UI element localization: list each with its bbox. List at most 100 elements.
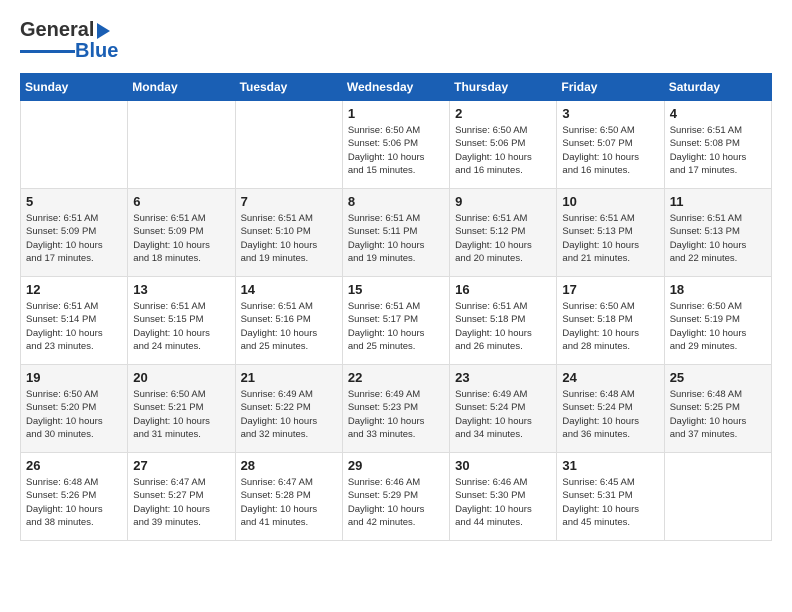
day-number: 17 (562, 282, 658, 297)
calendar-cell: 2Sunrise: 6:50 AM Sunset: 5:06 PM Daylig… (450, 101, 557, 189)
day-detail: Sunrise: 6:51 AM Sunset: 5:15 PM Dayligh… (133, 300, 229, 353)
calendar-cell: 19 Sunrise: 6:50 AM Sunset: 5:20 PM Dayli… (21, 365, 128, 453)
calendar-cell: 28 Sunrise: 6:47 AM Sunset: 5:28 PM Dayli… (235, 453, 342, 541)
day-detail: Sunrise: 6:46 AM Sunset: 5:30 PM Dayligh… (455, 476, 551, 529)
day-number: 4 (670, 106, 766, 121)
calendar-cell: 15 Sunrise: 6:51 AM Sunset: 5:17 PM Dayli… (342, 277, 449, 365)
calendar-cell (128, 101, 235, 189)
calendar-cell: 5 Sunrise: 6:51 AM Sunset: 5:09 PM Daylig… (21, 189, 128, 277)
calendar-cell: 27Sunrise: 6:47 AM Sunset: 5:27 PM Dayli… (128, 453, 235, 541)
day-detail: Sunrise: 6:51 AM Sunset: 5:13 PM Dayligh… (670, 212, 766, 265)
day-number: 1 (348, 106, 444, 121)
day-detail: Sunrise: 6:50 AM Sunset: 5:07 PM Dayligh… (562, 124, 658, 177)
page-header: General Blue (20, 20, 772, 63)
calendar-cell: 24Sunrise: 6:48 AM Sunset: 5:24 PM Dayli… (557, 365, 664, 453)
calendar-cell: 25 Sunrise: 6:48 AM Sunset: 5:25 PM Dayli… (664, 365, 771, 453)
logo-general: General (20, 20, 94, 40)
calendar-cell (21, 101, 128, 189)
calendar-cell: 20 Sunrise: 6:50 AM Sunset: 5:21 PM Dayli… (128, 365, 235, 453)
day-detail: Sunrise: 6:50 AM Sunset: 5:06 PM Dayligh… (348, 124, 444, 177)
day-detail: Sunrise: 6:51 AM Sunset: 5:14 PM Dayligh… (26, 300, 122, 353)
weekday-header-wednesday: Wednesday (342, 74, 449, 101)
calendar-cell: 31 Sunrise: 6:45 AM Sunset: 5:31 PM Dayli… (557, 453, 664, 541)
calendar-cell: 6Sunrise: 6:51 AM Sunset: 5:09 PM Daylig… (128, 189, 235, 277)
week-row-3: 12 Sunrise: 6:51 AM Sunset: 5:14 PM Dayli… (21, 277, 772, 365)
day-detail: Sunrise: 6:49 AM Sunset: 5:22 PM Dayligh… (241, 388, 337, 441)
calendar-cell (664, 453, 771, 541)
day-number: 20 (133, 370, 229, 385)
week-row-1: 1 Sunrise: 6:50 AM Sunset: 5:06 PM Daylig… (21, 101, 772, 189)
day-detail: Sunrise: 6:51 AM Sunset: 5:08 PM Dayligh… (670, 124, 766, 177)
week-row-5: 26 Sunrise: 6:48 AM Sunset: 5:26 PM Dayli… (21, 453, 772, 541)
day-detail: Sunrise: 6:47 AM Sunset: 5:28 PM Dayligh… (241, 476, 337, 529)
day-number: 14 (241, 282, 337, 297)
weekday-header-tuesday: Tuesday (235, 74, 342, 101)
weekday-header-saturday: Saturday (664, 74, 771, 101)
calendar-cell: 29 Sunrise: 6:46 AM Sunset: 5:29 PM Dayli… (342, 453, 449, 541)
day-number: 24 (562, 370, 658, 385)
logo: General Blue (20, 20, 118, 63)
weekday-header-thursday: Thursday (450, 74, 557, 101)
day-number: 19 (26, 370, 122, 385)
day-detail: Sunrise: 6:49 AM Sunset: 5:24 PM Dayligh… (455, 388, 551, 441)
calendar-cell: 18 Sunrise: 6:50 AM Sunset: 5:19 PM Dayli… (664, 277, 771, 365)
week-row-4: 19 Sunrise: 6:50 AM Sunset: 5:20 PM Dayli… (21, 365, 772, 453)
day-detail: Sunrise: 6:51 AM Sunset: 5:10 PM Dayligh… (241, 212, 337, 265)
day-number: 23 (455, 370, 551, 385)
calendar-cell: 22 Sunrise: 6:49 AM Sunset: 5:23 PM Dayli… (342, 365, 449, 453)
day-number: 6 (133, 194, 229, 209)
day-number: 28 (241, 458, 337, 473)
calendar-cell: 11Sunrise: 6:51 AM Sunset: 5:13 PM Dayli… (664, 189, 771, 277)
day-number: 30 (455, 458, 551, 473)
weekday-header-sunday: Sunday (21, 74, 128, 101)
calendar-cell: 17Sunrise: 6:50 AM Sunset: 5:18 PM Dayli… (557, 277, 664, 365)
calendar-cell: 9Sunrise: 6:51 AM Sunset: 5:12 PM Daylig… (450, 189, 557, 277)
calendar-cell: 30 Sunrise: 6:46 AM Sunset: 5:30 PM Dayli… (450, 453, 557, 541)
day-detail: Sunrise: 6:48 AM Sunset: 5:26 PM Dayligh… (26, 476, 122, 529)
day-detail: Sunrise: 6:50 AM Sunset: 5:21 PM Dayligh… (133, 388, 229, 441)
day-number: 29 (348, 458, 444, 473)
day-number: 12 (26, 282, 122, 297)
calendar-table: SundayMondayTuesdayWednesdayThursdayFrid… (20, 73, 772, 541)
day-detail: Sunrise: 6:50 AM Sunset: 5:19 PM Dayligh… (670, 300, 766, 353)
day-number: 5 (26, 194, 122, 209)
day-detail: Sunrise: 6:51 AM Sunset: 5:18 PM Dayligh… (455, 300, 551, 353)
day-detail: Sunrise: 6:45 AM Sunset: 5:31 PM Dayligh… (562, 476, 658, 529)
day-detail: Sunrise: 6:51 AM Sunset: 5:09 PM Dayligh… (26, 212, 122, 265)
calendar-cell: 23 Sunrise: 6:49 AM Sunset: 5:24 PM Dayli… (450, 365, 557, 453)
day-number: 21 (241, 370, 337, 385)
day-detail: Sunrise: 6:50 AM Sunset: 5:20 PM Dayligh… (26, 388, 122, 441)
logo-underline (20, 50, 75, 53)
day-detail: Sunrise: 6:49 AM Sunset: 5:23 PM Dayligh… (348, 388, 444, 441)
calendar-cell: 4 Sunrise: 6:51 AM Sunset: 5:08 PM Daylig… (664, 101, 771, 189)
day-number: 8 (348, 194, 444, 209)
logo-blue: Blue (75, 40, 118, 63)
day-detail: Sunrise: 6:51 AM Sunset: 5:11 PM Dayligh… (348, 212, 444, 265)
day-number: 31 (562, 458, 658, 473)
day-number: 22 (348, 370, 444, 385)
weekday-header-monday: Monday (128, 74, 235, 101)
calendar-cell: 12 Sunrise: 6:51 AM Sunset: 5:14 PM Dayli… (21, 277, 128, 365)
day-detail: Sunrise: 6:50 AM Sunset: 5:06 PM Dayligh… (455, 124, 551, 177)
calendar-cell: 1 Sunrise: 6:50 AM Sunset: 5:06 PM Daylig… (342, 101, 449, 189)
day-number: 26 (26, 458, 122, 473)
day-detail: Sunrise: 6:51 AM Sunset: 5:13 PM Dayligh… (562, 212, 658, 265)
day-number: 18 (670, 282, 766, 297)
day-detail: Sunrise: 6:46 AM Sunset: 5:29 PM Dayligh… (348, 476, 444, 529)
day-number: 15 (348, 282, 444, 297)
logo-chevron-icon (97, 23, 110, 39)
calendar-cell: 21 Sunrise: 6:49 AM Sunset: 5:22 PM Dayli… (235, 365, 342, 453)
calendar-cell: 10 Sunrise: 6:51 AM Sunset: 5:13 PM Dayli… (557, 189, 664, 277)
calendar-cell: 13Sunrise: 6:51 AM Sunset: 5:15 PM Dayli… (128, 277, 235, 365)
day-number: 9 (455, 194, 551, 209)
weekday-header-friday: Friday (557, 74, 664, 101)
day-number: 7 (241, 194, 337, 209)
week-row-2: 5 Sunrise: 6:51 AM Sunset: 5:09 PM Daylig… (21, 189, 772, 277)
calendar-cell: 14Sunrise: 6:51 AM Sunset: 5:16 PM Dayli… (235, 277, 342, 365)
day-number: 25 (670, 370, 766, 385)
day-detail: Sunrise: 6:51 AM Sunset: 5:17 PM Dayligh… (348, 300, 444, 353)
day-number: 27 (133, 458, 229, 473)
calendar-cell: 3Sunrise: 6:50 AM Sunset: 5:07 PM Daylig… (557, 101, 664, 189)
day-number: 10 (562, 194, 658, 209)
day-detail: Sunrise: 6:48 AM Sunset: 5:25 PM Dayligh… (670, 388, 766, 441)
